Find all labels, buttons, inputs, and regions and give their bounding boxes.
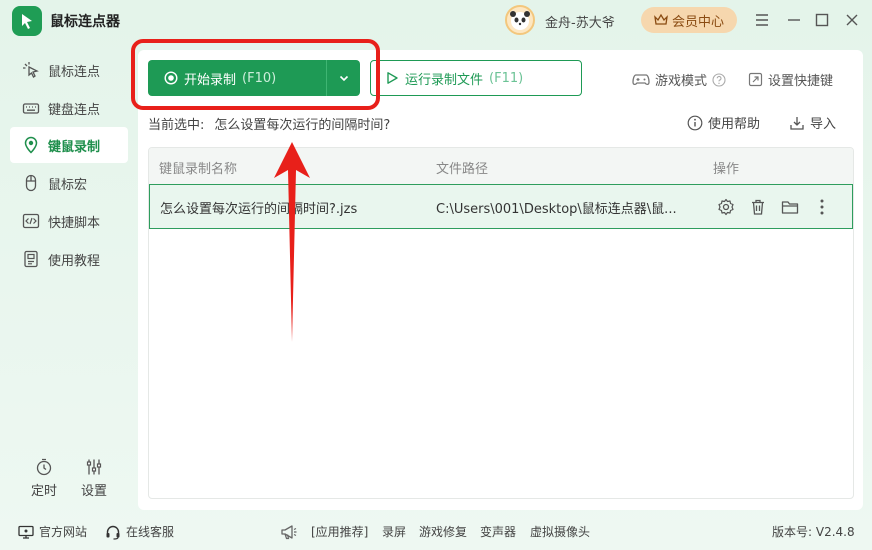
table-header: 键鼠录制名称 文件路径 操作 bbox=[149, 148, 853, 184]
column-header-name: 键鼠录制名称 bbox=[159, 162, 238, 177]
sidebar-item-tutorial[interactable]: 使用教程 bbox=[10, 241, 128, 277]
timer-icon bbox=[35, 458, 53, 476]
settings-label: 设置 bbox=[80, 484, 107, 499]
menu-icon[interactable] bbox=[752, 10, 772, 30]
official-site-link[interactable]: 官方网站 bbox=[18, 523, 87, 540]
record-table: 键鼠录制名称 文件路径 操作 怎么设置每次运行的间隔时间?.jzs C:\Use… bbox=[148, 147, 854, 499]
title-bar: 鼠标连点器 金舟-苏大爷 会员中心 bbox=[0, 0, 872, 40]
version-label: 版本号: V2.4.8 bbox=[772, 525, 855, 539]
username[interactable]: 金舟-苏大爷 bbox=[545, 12, 615, 31]
main-panel: 开始录制 (F10) 运行录制文件 (F11) 游戏模式 设置快捷键 当前选中:… bbox=[138, 50, 863, 510]
sidebar-item-quick-script[interactable]: 快捷脚本 bbox=[10, 203, 128, 239]
footer-link-virtual-camera[interactable]: 虚拟摄像头 bbox=[530, 523, 590, 540]
recommend-label: [应用推荐] bbox=[311, 525, 369, 539]
timer-label: 定时 bbox=[30, 484, 57, 499]
game-mode-label: 游戏模式 bbox=[655, 74, 708, 89]
tutorial-icon bbox=[22, 250, 40, 268]
row-more-icon[interactable] bbox=[811, 196, 833, 218]
sliders-icon bbox=[85, 458, 103, 476]
online-service-link[interactable]: 在线客服 bbox=[105, 523, 174, 540]
current-selection: 当前选中: 怎么设置每次运行的间隔时间? bbox=[148, 114, 390, 133]
import-button[interactable]: 导入 bbox=[789, 113, 836, 132]
run-record-hotkey: (F11) bbox=[489, 70, 524, 86]
keyboard-icon bbox=[22, 99, 40, 117]
set-shortcut-label: 设置快捷键 bbox=[768, 74, 834, 89]
start-record-hotkey: (F10) bbox=[242, 70, 277, 86]
start-record-main[interactable]: 开始录制 (F10) bbox=[148, 69, 326, 88]
current-selection-prefix: 当前选中: bbox=[148, 118, 205, 133]
start-record-button[interactable]: 开始录制 (F10) bbox=[148, 60, 360, 96]
shortcut-icon bbox=[748, 72, 763, 87]
row-file-path: C:\Users\001\Desktop\鼠标连点器\鼠... bbox=[436, 202, 677, 217]
footer-link-voice-changer[interactable]: 变声器 bbox=[480, 523, 516, 540]
column-header-path: 文件路径 bbox=[436, 162, 489, 177]
megaphone-icon bbox=[280, 524, 298, 540]
cursor-click-icon bbox=[22, 61, 40, 79]
timer-button[interactable]: 定时 bbox=[24, 458, 64, 499]
run-record-file-label: 运行录制文件 bbox=[405, 72, 484, 88]
row-settings-icon[interactable] bbox=[715, 196, 737, 218]
import-label: 导入 bbox=[810, 117, 837, 132]
row-delete-icon[interactable] bbox=[747, 196, 769, 218]
crown-icon bbox=[654, 13, 668, 27]
table-row[interactable]: 怎么设置每次运行的间隔时间?.jzs C:\Users\001\Desktop\… bbox=[149, 184, 853, 229]
footer-link-screen-record[interactable]: 录屏 bbox=[382, 523, 406, 540]
help-label: 使用帮助 bbox=[708, 117, 761, 132]
sidebar-item-keyboard-click[interactable]: 键盘连点 bbox=[10, 90, 128, 126]
run-record-file-button[interactable]: 运行录制文件 (F11) bbox=[370, 60, 582, 96]
sidebar-item-label: 鼠标宏 bbox=[48, 177, 88, 193]
question-icon[interactable] bbox=[712, 72, 726, 87]
sidebar: 鼠标连点 键盘连点 键鼠录制 鼠标宏 快捷脚本 使用教程 定时 设置 bbox=[0, 50, 138, 510]
record-dropdown-toggle[interactable] bbox=[326, 60, 360, 96]
app-title: 鼠标连点器 bbox=[50, 14, 120, 30]
sidebar-item-mouse-macro[interactable]: 鼠标宏 bbox=[10, 165, 128, 201]
headset-icon bbox=[105, 524, 121, 540]
mouse-icon bbox=[22, 174, 40, 192]
sidebar-item-label: 键盘连点 bbox=[48, 102, 101, 118]
row-file-name: 怎么设置每次运行的间隔时间?.jzs bbox=[160, 202, 358, 217]
play-icon bbox=[385, 71, 399, 85]
user-avatar[interactable] bbox=[505, 5, 535, 35]
official-site-label: 官方网站 bbox=[39, 525, 88, 539]
record-dot-icon bbox=[164, 71, 178, 85]
vip-center-button[interactable]: 会员中心 bbox=[641, 7, 737, 33]
gamepad-icon bbox=[632, 73, 650, 87]
footer-bar: 官方网站 在线客服 [应用推荐] 录屏 游戏修复 变声器 虚拟摄像头 版本号: … bbox=[0, 510, 872, 550]
maximize-icon[interactable] bbox=[812, 10, 832, 30]
app-logo-icon bbox=[12, 6, 42, 36]
start-record-label: 开始录制 bbox=[184, 72, 237, 88]
current-selection-value: 怎么设置每次运行的间隔时间? bbox=[214, 118, 391, 133]
code-icon bbox=[22, 212, 40, 230]
import-icon bbox=[789, 115, 805, 131]
online-service-label: 在线客服 bbox=[126, 525, 175, 539]
minimize-icon[interactable] bbox=[784, 10, 804, 30]
sidebar-item-mouse-click[interactable]: 鼠标连点 bbox=[10, 52, 128, 88]
sidebar-item-label: 快捷脚本 bbox=[48, 215, 101, 231]
set-shortcut-button[interactable]: 设置快捷键 bbox=[748, 70, 833, 89]
sidebar-item-record[interactable]: 键鼠录制 bbox=[10, 127, 128, 163]
info-icon bbox=[687, 115, 703, 131]
help-button[interactable]: 使用帮助 bbox=[687, 113, 760, 132]
monitor-icon bbox=[18, 525, 34, 539]
close-icon[interactable] bbox=[842, 10, 862, 30]
record-pin-icon bbox=[22, 136, 40, 154]
chevron-down-icon bbox=[338, 72, 350, 84]
recommend-section: [应用推荐] bbox=[280, 523, 368, 540]
sidebar-item-label: 键鼠录制 bbox=[48, 139, 101, 155]
sidebar-item-label: 使用教程 bbox=[48, 253, 101, 269]
vip-center-label: 会员中心 bbox=[671, 14, 724, 30]
footer-link-game-repair[interactable]: 游戏修复 bbox=[419, 523, 467, 540]
game-mode-toggle[interactable]: 游戏模式 bbox=[632, 70, 726, 89]
settings-button[interactable]: 设置 bbox=[74, 458, 114, 499]
sidebar-item-label: 鼠标连点 bbox=[48, 64, 101, 80]
column-header-actions: 操作 bbox=[713, 162, 740, 177]
row-folder-icon[interactable] bbox=[779, 196, 801, 218]
